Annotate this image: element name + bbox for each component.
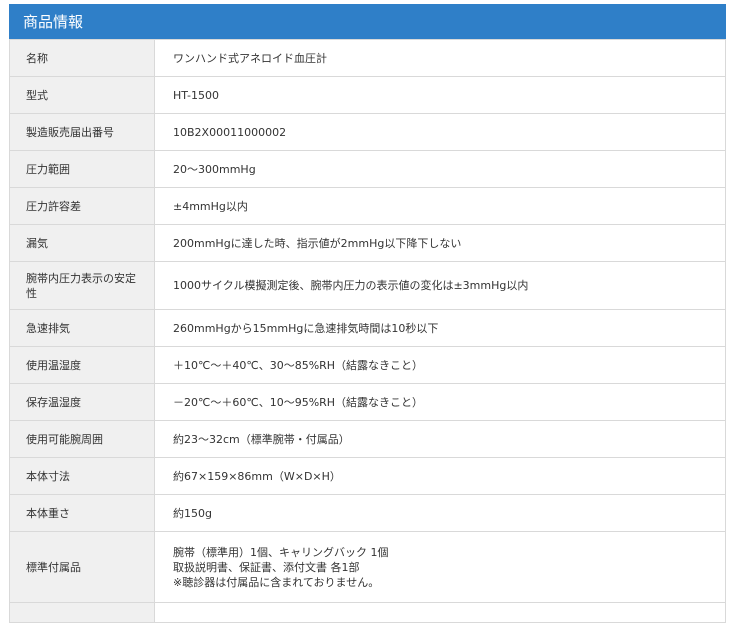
row-label-pressure-tolerance: 圧力許容差: [9, 187, 155, 225]
row-label-operating-conditions: 使用温湿度: [9, 346, 155, 384]
table-row: 製造販売届出番号 10B2X00011000002: [9, 113, 726, 151]
row-value-registration-number: 10B2X00011000002: [154, 113, 726, 151]
table-row: 急速排気 260mmHgから15mmHgに急速排気時間は10秒以下: [9, 309, 726, 347]
table-row: 漏気 200mmHgに達した時、指示値が2mmHg以下降下しない: [9, 224, 726, 262]
section-title: 商品情報: [9, 4, 726, 39]
table-row: 本体寸法 約67×159×86mm（W×D×H）: [9, 457, 726, 495]
table-row: 圧力範囲 20～300mmHg: [9, 150, 726, 188]
table-row: 圧力許容差 ±4mmHg以内: [9, 187, 726, 225]
row-label-display-stability: 腕帯内圧力表示の安定性: [9, 261, 155, 310]
accessories-line: 腕帯（標準用）1個、キャリングバック 1個: [173, 545, 389, 559]
table-row: 腕帯内圧力表示の安定性 1000サイクル模擬測定後、腕帯内圧力の表示値の変化は±…: [9, 261, 726, 310]
table-row: 名称 ワンハンド式アネロイド血圧計: [9, 39, 726, 77]
row-label-empty: [9, 602, 155, 623]
table-row: 本体重さ 約150g: [9, 494, 726, 532]
row-label-storage-conditions: 保存温湿度: [9, 383, 155, 421]
row-value-dimensions: 約67×159×86mm（W×D×H）: [154, 457, 726, 495]
spec-table: 名称 ワンハンド式アネロイド血圧計 型式 HT-1500 製造販売届出番号 10…: [9, 39, 726, 623]
row-label-pressure-range: 圧力範囲: [9, 150, 155, 188]
table-row: 使用可能腕周囲 約23～32cm（標準腕帯・付属品）: [9, 420, 726, 458]
table-row: 保存温湿度 －20℃～＋60℃、10～95%RH（結露なきこと）: [9, 383, 726, 421]
row-label-arm-circumference: 使用可能腕周囲: [9, 420, 155, 458]
row-label-registration-number: 製造販売届出番号: [9, 113, 155, 151]
row-label-air-leak: 漏気: [9, 224, 155, 262]
row-value-air-leak: 200mmHgに達した時、指示値が2mmHg以下降下しない: [154, 224, 726, 262]
row-value-model: HT-1500: [154, 76, 726, 114]
row-value-pressure-range: 20～300mmHg: [154, 150, 726, 188]
row-label-weight: 本体重さ: [9, 494, 155, 532]
table-row: [9, 602, 726, 623]
row-value-storage-conditions: －20℃～＋60℃、10～95%RH（結露なきこと）: [154, 383, 726, 421]
row-value-weight: 約150g: [154, 494, 726, 532]
row-value-operating-conditions: ＋10℃～＋40℃、30～85%RH（結露なきこと）: [154, 346, 726, 384]
table-row: 使用温湿度 ＋10℃～＋40℃、30～85%RH（結露なきこと）: [9, 346, 726, 384]
row-label-dimensions: 本体寸法: [9, 457, 155, 495]
row-value-accessories: 腕帯（標準用）1個、キャリングバック 1個 取扱説明書、保証書、添付文書 各1部…: [154, 531, 726, 603]
row-value-empty: [154, 602, 726, 623]
row-value-rapid-exhaust: 260mmHgから15mmHgに急速排気時間は10秒以下: [154, 309, 726, 347]
table-row: 標準付属品 腕帯（標準用）1個、キャリングバック 1個 取扱説明書、保証書、添付…: [9, 531, 726, 603]
row-label-accessories: 標準付属品: [9, 531, 155, 603]
row-value-name: ワンハンド式アネロイド血圧計: [154, 39, 726, 77]
row-label-model: 型式: [9, 76, 155, 114]
row-value-arm-circumference: 約23～32cm（標準腕帯・付属品）: [154, 420, 726, 458]
accessories-line: ※聴診器は付属品に含まれておりません。: [173, 575, 380, 589]
accessories-line: 取扱説明書、保証書、添付文書 各1部: [173, 560, 360, 574]
table-row: 型式 HT-1500: [9, 76, 726, 114]
row-value-pressure-tolerance: ±4mmHg以内: [154, 187, 726, 225]
row-label-rapid-exhaust: 急速排気: [9, 309, 155, 347]
product-info-panel: 商品情報 名称 ワンハンド式アネロイド血圧計 型式 HT-1500 製造販売届出…: [9, 4, 726, 644]
row-value-display-stability: 1000サイクル模擬測定後、腕帯内圧力の表示値の変化は±3mmHg以内: [154, 261, 726, 310]
row-label-name: 名称: [9, 39, 155, 77]
